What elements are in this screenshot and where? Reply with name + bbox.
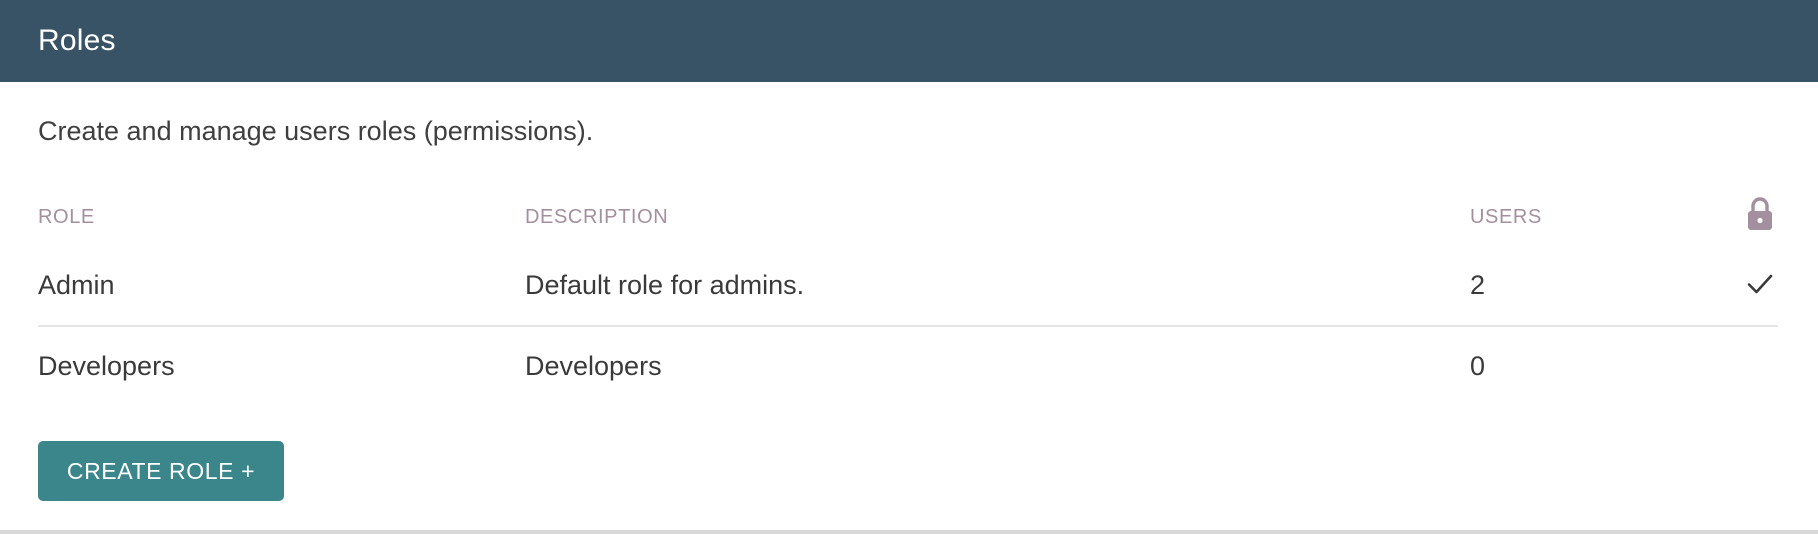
table-row[interactable]: Developers Developers 0 <box>38 327 1778 408</box>
page-title: Roles <box>38 24 116 57</box>
role-description: Developers <box>525 351 662 381</box>
roles-panel: Roles Create and manage users roles (per… <box>0 0 1818 530</box>
create-role-button[interactable]: CREATE ROLE + <box>38 441 284 501</box>
intro-text: Create and manage users roles (permissio… <box>38 116 594 146</box>
panel-header: Roles <box>0 0 1818 82</box>
role-name: Developers <box>38 351 175 381</box>
column-header-users[interactable]: USERS <box>1470 206 1542 229</box>
table-row[interactable]: Admin Default role for admins. 2 <box>38 246 1778 327</box>
check-icon <box>1747 274 1773 294</box>
role-description: Default role for admins. <box>525 270 805 300</box>
role-name: Admin <box>38 270 115 300</box>
column-header-role[interactable]: ROLE <box>38 206 95 229</box>
column-header-description[interactable]: DESCRIPTION <box>525 206 668 229</box>
panel-bottom-edge <box>0 530 1818 534</box>
table-header: ROLE DESCRIPTION USERS <box>38 190 1778 246</box>
roles-table: ROLE DESCRIPTION USERS Admin Default rol… <box>38 190 1778 408</box>
lock-icon <box>1748 197 1772 230</box>
role-users-count: 0 <box>1470 351 1486 381</box>
role-users-count: 2 <box>1470 270 1486 300</box>
